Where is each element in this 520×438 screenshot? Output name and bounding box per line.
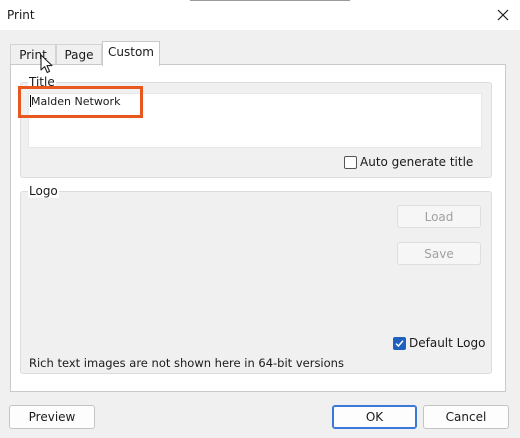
auto-generate-checkbox-box[interactable] <box>344 155 357 169</box>
tab-custom-label: Custom <box>108 45 154 59</box>
ok-button[interactable]: OK <box>332 405 417 429</box>
default-logo-checkbox-box[interactable] <box>393 336 406 350</box>
auto-generate-title-checkbox[interactable]: Auto generate title <box>344 155 473 169</box>
tab-page[interactable]: Page <box>56 44 102 64</box>
print-dialog: Print Print Page Custom Title Malden Net… <box>0 0 520 438</box>
cancel-button[interactable]: Cancel <box>423 405 509 429</box>
window-edge <box>190 0 350 1</box>
default-logo-label: Default Logo <box>409 336 486 350</box>
highlight-annotation <box>18 86 143 118</box>
save-button[interactable]: Save <box>397 242 481 265</box>
tab-custom[interactable]: Custom <box>102 41 160 66</box>
auto-generate-title-label: Auto generate title <box>360 155 474 169</box>
close-button[interactable] <box>492 4 514 26</box>
ok-button-label: OK <box>365 410 384 424</box>
load-button-label: Load <box>424 209 454 224</box>
default-logo-checkbox[interactable]: Default Logo <box>393 336 485 350</box>
save-button-label: Save <box>424 246 454 261</box>
preview-button-label: Preview <box>28 410 76 424</box>
logo-note: Rich text images are not shown here in 6… <box>29 356 344 370</box>
mouse-pointer-icon <box>40 54 53 74</box>
tab-page-label: Page <box>64 48 94 62</box>
window-title: Print <box>7 8 35 22</box>
title-bar: Print <box>0 0 520 30</box>
checkmark-icon <box>395 339 404 347</box>
close-icon <box>497 9 509 21</box>
logo-group-label: Logo <box>28 184 59 198</box>
cancel-button-label: Cancel <box>445 410 487 424</box>
load-button[interactable]: Load <box>397 205 481 228</box>
preview-button[interactable]: Preview <box>9 405 95 429</box>
